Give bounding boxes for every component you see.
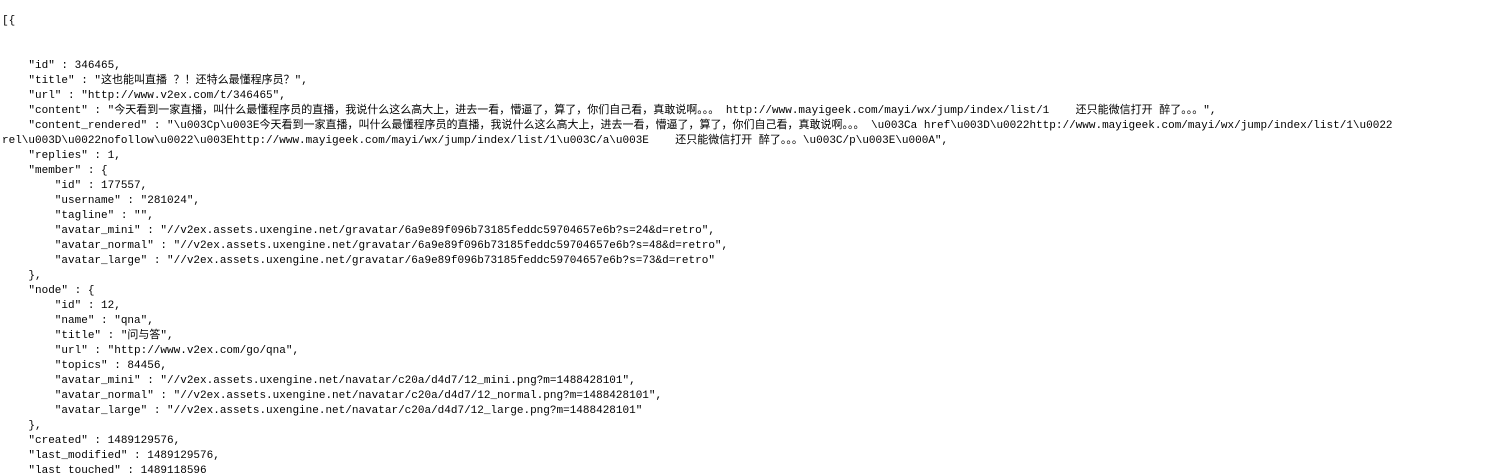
json-line-node-url: "url" : "http://www.v2ex.com/go/qna",	[2, 345, 300, 357]
json-line-blank	[2, 44, 1393, 59]
json-line-node-avatar-normal: "avatar_normal" : "//v2ex.assets.uxengin…	[2, 390, 663, 402]
json-line-member-close: },	[2, 270, 42, 282]
json-line-node-avatar-mini: "avatar_mini" : "//v2ex.assets.uxengine.…	[2, 375, 636, 387]
json-line-created: "created" : 1489129576,	[2, 435, 181, 447]
json-line-topic-id: "id" : 346465,	[2, 60, 121, 72]
json-line-node-id: "id" : 12,	[2, 300, 121, 312]
json-line-topic-title: "title" : "这也能叫直播 ？！还特么最懂程序员？",	[2, 75, 308, 87]
json-line-last-touched: "last_touched" : 1489118596	[2, 465, 207, 473]
json-line-node-name: "name" : "qna",	[2, 315, 154, 327]
json-line-member-tagline: "tagline" : "",	[2, 210, 154, 222]
json-line-member-avatar-mini: "avatar_mini" : "//v2ex.assets.uxengine.…	[2, 225, 715, 237]
json-line-blank	[2, 29, 1393, 44]
raw-json-viewer: [{ "id" : 346465, "title" : "这也能叫直播 ？！还特…	[0, 0, 1500, 473]
json-line-member-avatar-normal: "avatar_normal" : "//v2ex.assets.uxengin…	[2, 240, 729, 252]
json-line-member-open: "member" : {	[2, 165, 108, 177]
json-line-member-username: "username" : "281024",	[2, 195, 201, 207]
json-document: [{ "id" : 346465, "title" : "这也能叫直播 ？！还特…	[2, 14, 1393, 473]
json-line-content-rendered: "content_rendered" : "\u003Cp\u003E今天看到一…	[2, 120, 1393, 132]
json-line-member-id: "id" : 177557,	[2, 180, 148, 192]
json-line-node-close: },	[2, 420, 42, 432]
json-line-node-avatar-large: "avatar_large" : "//v2ex.assets.uxengine…	[2, 405, 643, 417]
json-line-node-topics: "topics" : 84456,	[2, 360, 168, 372]
json-line-node-open: "node" : {	[2, 285, 95, 297]
json-line-member-avatar-large: "avatar_large" : "//v2ex.assets.uxengine…	[2, 255, 715, 267]
json-line-replies: "replies" : 1,	[2, 150, 121, 162]
json-line-last-modified: "last_modified" : 1489129576,	[2, 450, 220, 462]
json-line-node-title: "title" : "问与答",	[2, 330, 174, 342]
json-line-content-rendered-continued: rel\u003D\u0022nofollow\u0022\u003Ehttp:…	[2, 135, 949, 147]
json-line-topic-url: "url" : "http://www.v2ex.com/t/346465",	[2, 90, 286, 102]
json-line-topic-content: "content" : "今天看到一家直播，叫什么最懂程序员的直播，我说什么这么…	[2, 105, 1217, 117]
json-line-open-bracket: [{	[2, 15, 16, 27]
